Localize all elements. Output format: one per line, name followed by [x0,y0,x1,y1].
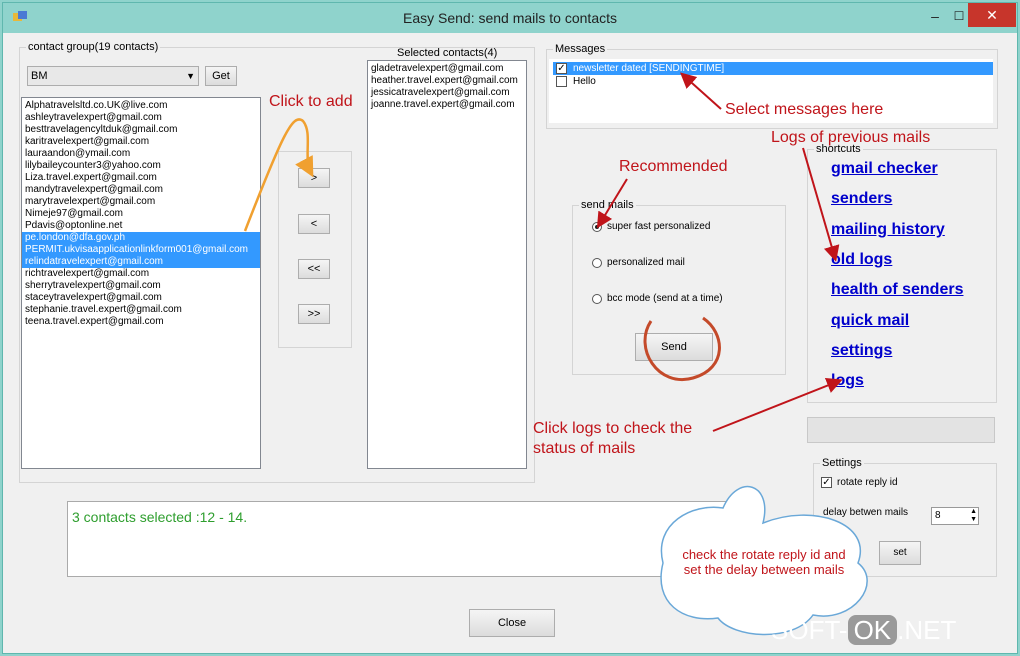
click-logs-note-line2: status of mails [533,440,636,457]
select-messages-note: Select messages here [725,101,884,118]
messages-arrow [680,72,722,110]
recommended-note: Recommended [619,158,728,175]
watermark-right: .NET [897,615,957,645]
logs-arrow [712,377,843,432]
old-logs-arrow [802,147,840,262]
click-to-add-note: Click to add [269,93,353,110]
click-logs-note-line1: Click logs to check the [533,420,693,437]
orange-arrow [243,118,314,232]
cloud-note: check the rotate reply id and set the de… [682,547,846,577]
send-circle [643,316,721,382]
watermark: SOFT- OK .NET [771,615,956,646]
recommended-arrow [596,178,628,229]
main-window: Easy Send: send mails to contacts – ☐ ✕ … [2,2,1018,654]
watermark-mid: OK [847,615,898,645]
watermark-left: SOFT- [771,615,848,645]
logs-previous-note: Logs of previous mails [771,129,931,146]
